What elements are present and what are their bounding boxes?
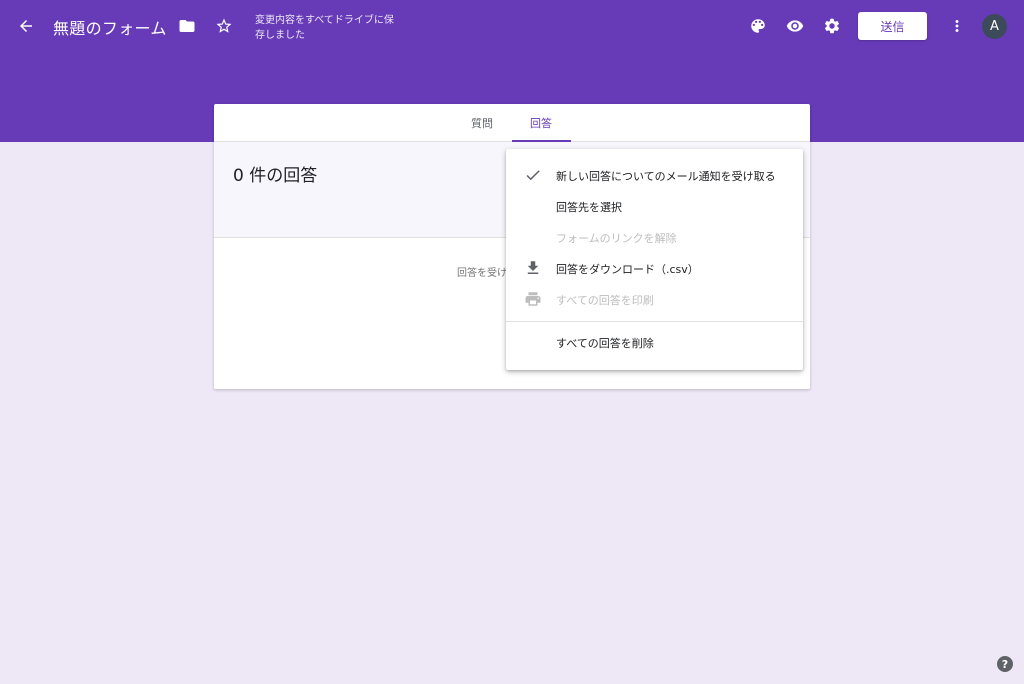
folder-icon[interactable] xyxy=(173,12,201,40)
menu-item-label: すべての回答を印刷 xyxy=(556,294,654,307)
send-button[interactable]: 送信 xyxy=(858,12,927,40)
menu-item-print-all: すべての回答を印刷 xyxy=(506,284,803,314)
menu-item-label: 回答をダウンロード（.csv） xyxy=(556,263,699,276)
menu-item-label: 新しい回答についてのメール通知を受け取る xyxy=(556,170,776,183)
tab-responses[interactable]: 回答 xyxy=(530,115,552,131)
response-count: 0 件の回答 xyxy=(233,166,318,186)
eye-icon[interactable] xyxy=(781,12,809,40)
menu-item-label: フォームのリンクを解除 xyxy=(556,232,677,245)
menu-item-email-notifications[interactable]: 新しい回答についてのメール通知を受け取る xyxy=(506,160,803,190)
print-icon xyxy=(524,290,542,308)
back-arrow-icon[interactable] xyxy=(12,12,40,40)
form-title[interactable]: 無題のフォーム xyxy=(53,15,167,39)
menu-item-select-destination[interactable]: 回答先を選択 xyxy=(506,191,803,221)
more-vert-icon[interactable] xyxy=(943,12,971,40)
download-icon xyxy=(524,259,542,277)
palette-icon[interactable] xyxy=(744,12,772,40)
tab-bar: 質問 回答 xyxy=(214,104,810,142)
avatar[interactable]: A xyxy=(982,14,1007,39)
accepting-responses-notice: 回答を受け xyxy=(457,268,507,279)
responses-options-menu: 新しい回答についてのメール通知を受け取る 回答先を選択 フォームのリンクを解除 … xyxy=(506,149,803,370)
help-icon[interactable]: ? xyxy=(997,656,1013,672)
menu-item-label: 回答先を選択 xyxy=(556,201,622,214)
menu-item-label: すべての回答を削除 xyxy=(556,337,654,350)
menu-item-unlink-form: フォームのリンクを解除 xyxy=(506,222,803,252)
menu-divider xyxy=(506,321,803,322)
star-icon[interactable] xyxy=(210,12,238,40)
menu-item-download-csv[interactable]: 回答をダウンロード（.csv） xyxy=(506,253,803,283)
save-status: 変更内容をすべてドライブに保存しました xyxy=(255,15,394,41)
check-icon xyxy=(524,166,542,184)
tab-questions[interactable]: 質問 xyxy=(471,115,493,131)
gear-icon[interactable] xyxy=(818,12,846,40)
top-bar: 無題のフォーム 変更内容をすべてドライブに保存しました 送信 A xyxy=(0,0,1024,52)
menu-item-delete-all[interactable]: すべての回答を削除 xyxy=(506,327,803,357)
